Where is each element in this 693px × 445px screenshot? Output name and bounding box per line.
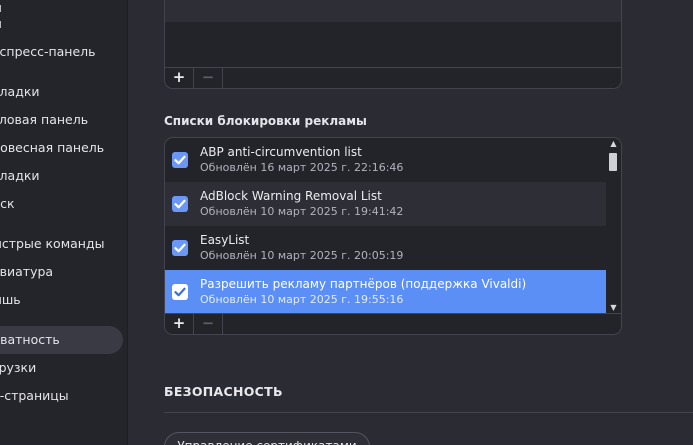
manage-certificates-button[interactable]: Управление сертификатами <box>164 432 370 445</box>
checkmark-icon <box>174 243 186 253</box>
adblock-lists-panel: ABP anti-circumvention list Обновлён 16 м… <box>164 137 622 335</box>
adblock-lists: ABP anti-circumvention list Обновлён 16 м… <box>165 138 606 314</box>
list-updated-date: Обновлён 16 март 2025 г. 22:16:46 <box>200 161 404 174</box>
remove-button[interactable]: − <box>194 68 223 88</box>
checkbox[interactable] <box>172 152 188 168</box>
list-updated-date: Обновлён 10 март 2025 г. 20:05:19 <box>200 249 404 262</box>
settings-window: ыыкспресс-панелькладкисловая панельновес… <box>0 0 693 445</box>
security-section-heading: БЕЗОПАСНОСТЬ <box>164 384 283 399</box>
top-list-panel: + − <box>164 0 622 89</box>
sidebar-item[interactable]: ь <box>0 410 123 438</box>
add-list-button[interactable]: + <box>165 314 194 334</box>
remove-list-button[interactable]: − <box>194 314 223 334</box>
list-scrollbar[interactable]: ▲ ▼ <box>606 138 621 314</box>
list-updated-date: Обновлён 10 март 2025 г. 19:41:42 <box>200 205 404 218</box>
add-button[interactable]: + <box>165 68 194 88</box>
sidebar-item[interactable]: кладки <box>0 162 123 190</box>
list-name: Разрешить рекламу партнёров (поддержка V… <box>200 277 527 291</box>
list-name: AdBlock Warning Removal List <box>200 189 382 203</box>
settings-sidebar: ыыкспресс-панелькладкисловая панельновес… <box>0 0 128 445</box>
adblock-lists-title: Списки блокировки рекламы <box>164 114 367 128</box>
scroll-thumb[interactable] <box>609 153 617 171</box>
checkbox[interactable] <box>172 240 188 256</box>
adblock-lists-toolbar: + − <box>165 313 621 334</box>
list-name: EasyList <box>200 233 250 247</box>
list-updated-date: Обновлён 10 март 2025 г. 19:55:16 <box>200 293 404 306</box>
list-item[interactable]: AdBlock Warning Removal List Обновлён 10 … <box>165 182 606 226</box>
settings-main: + − Списки блокировки рекламы ABP anti-c… <box>128 0 693 445</box>
checkmark-icon <box>174 287 186 297</box>
sidebar-item[interactable]: иватность <box>0 326 123 354</box>
sidebar-item[interactable]: кладки <box>0 78 123 106</box>
top-list-toolbar: + − <box>165 67 621 88</box>
checkbox[interactable] <box>172 196 188 212</box>
sidebar-item[interactable]: ы <box>0 10 123 38</box>
section-divider <box>164 412 693 413</box>
checkbox[interactable] <box>172 284 188 300</box>
sidebar-item[interactable]: кспресс-панель <box>0 38 123 66</box>
sidebar-item[interactable]: грузки <box>0 354 123 382</box>
list-item[interactable]: ABP anti-circumvention list Обновлён 16 м… <box>165 138 606 182</box>
sidebar-item[interactable]: иск <box>0 190 123 218</box>
sidebar-item[interactable]: ыстрые команды <box>0 230 123 258</box>
list-item[interactable]: EasyList Обновлён 10 март 2025 г. 20:05:1… <box>165 226 606 270</box>
scroll-up-arrow-icon[interactable]: ▲ <box>606 138 621 150</box>
checkmark-icon <box>174 199 186 209</box>
list-name: ABP anti-circumvention list <box>200 145 362 159</box>
list-item[interactable]: Разрешить рекламу партнёров (поддержка V… <box>165 270 606 314</box>
sidebar-item[interactable]: новесная панель <box>0 134 123 162</box>
sidebar-item[interactable]: б-страницы <box>0 382 123 410</box>
top-list-area <box>165 0 621 22</box>
sidebar-item[interactable]: словая панель <box>0 106 123 134</box>
sidebar-item[interactable]: ышь <box>0 286 123 314</box>
checkmark-icon <box>174 155 186 165</box>
sidebar-item[interactable]: авиатура <box>0 258 123 286</box>
